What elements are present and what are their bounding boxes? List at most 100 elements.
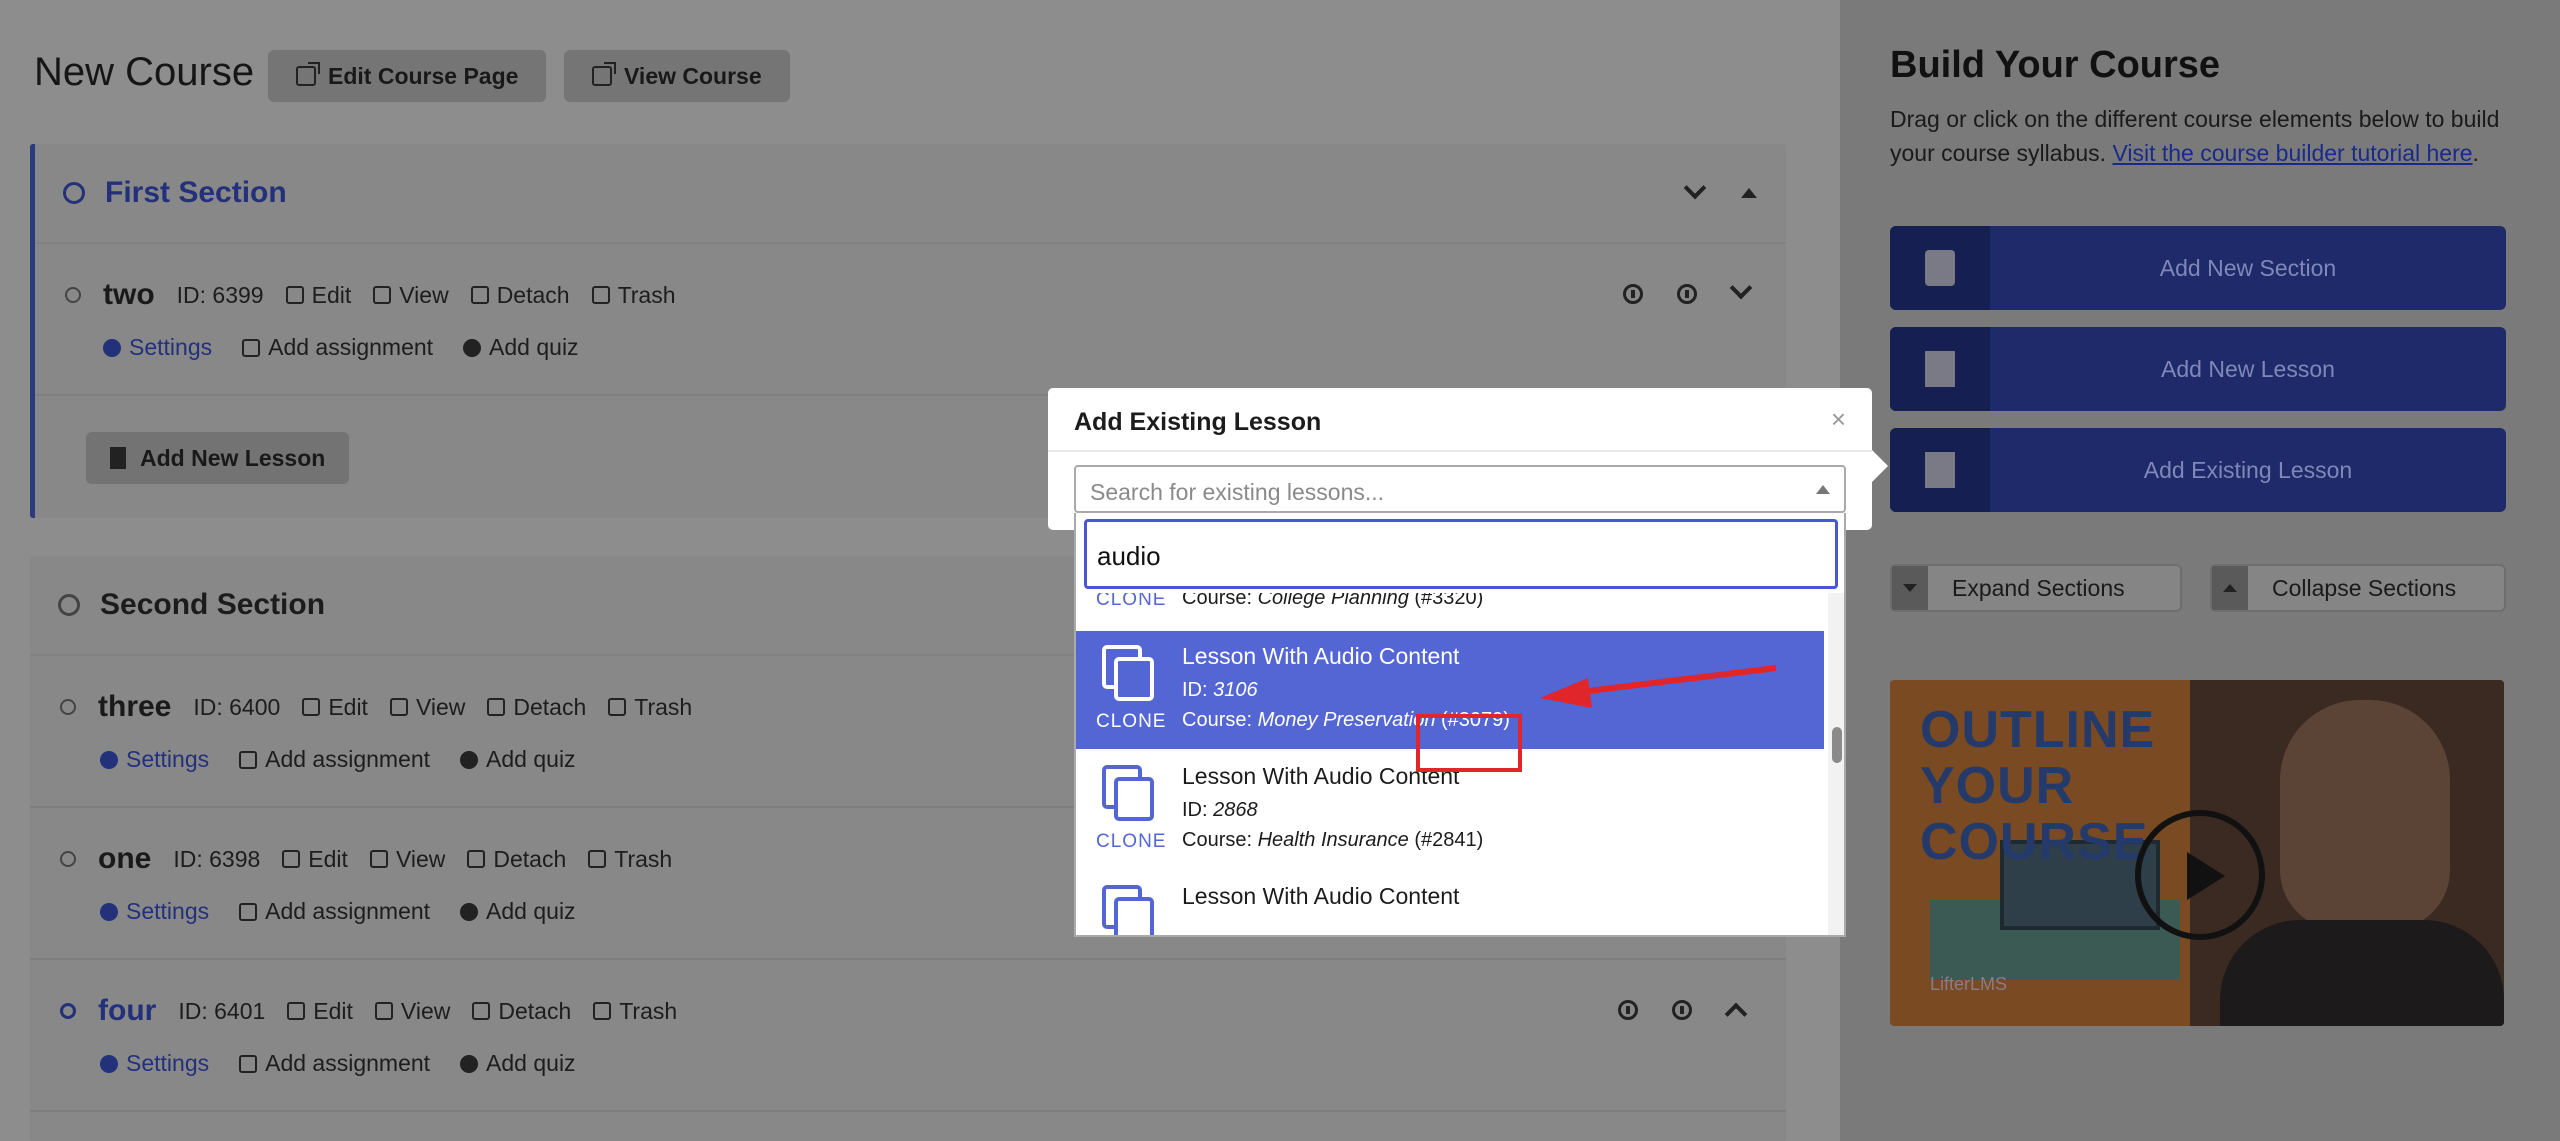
lesson-status-dot (65, 287, 81, 303)
add-quiz-link[interactable]: Add quiz (460, 898, 576, 925)
lesson-row-header: four ID: 6401 Edit View Detach Trash (60, 994, 677, 1028)
lesson-name[interactable]: two (103, 278, 155, 312)
lesson-name[interactable]: three (98, 690, 171, 724)
section-title[interactable]: Second Section (100, 588, 325, 622)
detach-link[interactable]: Detach (487, 694, 586, 721)
brand-logo: LifterLMS (1930, 974, 2008, 994)
lesson-row[interactable]: four ID: 6401 Edit View Detach Trash Set… (30, 962, 1786, 1112)
checkbox-icon (239, 902, 258, 921)
external-link-icon (369, 850, 388, 868)
view-link[interactable]: View (373, 282, 449, 309)
result-title: Lesson With Audio Content (1182, 883, 1460, 909)
search-field[interactable] (1084, 519, 1838, 589)
trash-link[interactable]: Trash (588, 846, 672, 873)
chevron-up-icon[interactable] (1724, 1002, 1748, 1026)
trash-icon (593, 1002, 612, 1020)
builder-title: Build Your Course (1890, 44, 2221, 86)
clone-icon (1102, 645, 1154, 701)
lesson-row-header: two ID: 6399 Edit View Detach Trash (65, 278, 676, 312)
checkbox-icon (239, 1054, 258, 1073)
results-scrollbar[interactable] (1828, 593, 1844, 935)
add-new-lesson-sidebar-button[interactable]: Add New Lesson (1890, 327, 2506, 411)
clone-icon (1102, 885, 1154, 935)
add-assignment-link[interactable]: Add assignment (239, 898, 430, 925)
add-new-lesson-button[interactable]: Add New Lesson (86, 432, 350, 484)
add-assignment-link[interactable]: Add assignment (242, 334, 433, 361)
caret-down-icon (1903, 584, 1917, 592)
add-new-section-button[interactable]: Add New Section (1890, 226, 2506, 310)
caret-up-icon (1816, 485, 1830, 494)
external-edit-icon (296, 62, 320, 86)
add-assignment-link[interactable]: Add assignment (239, 746, 430, 773)
close-icon[interactable]: × (1831, 404, 1846, 435)
search-input[interactable] (1095, 534, 1825, 578)
lesson-name[interactable]: one (98, 842, 151, 876)
lesson-row[interactable]: two ID: 6399 Edit View Detach Trash Sett… (35, 246, 1786, 396)
edit-link[interactable]: Edit (302, 694, 368, 721)
add-quiz-link[interactable]: Add quiz (463, 334, 579, 361)
trash-link[interactable]: Trash (593, 998, 677, 1025)
detach-link[interactable]: Detach (470, 282, 570, 309)
move-up-circle-icon[interactable] (1618, 1000, 1638, 1020)
add-existing-lesson-button[interactable]: Add Existing Lesson (1890, 428, 2506, 512)
file-icon (1925, 351, 1955, 387)
move-down-circle-icon[interactable] (1672, 1000, 1692, 1020)
move-up-circle-icon[interactable] (1623, 284, 1643, 304)
collapse-sections-button[interactable]: Collapse Sections (2210, 564, 2506, 612)
lesson-row-actions: Settings Add assignment Add quiz (100, 898, 576, 925)
puzzle-icon (1925, 250, 1955, 286)
lesson-row-actions: Settings Add assignment Add quiz (103, 334, 579, 361)
view-link[interactable]: View (374, 998, 450, 1025)
external-link-icon (373, 286, 392, 304)
edit-course-page-button[interactable]: Edit Course Page (268, 50, 547, 102)
trash-link[interactable]: Trash (608, 694, 692, 721)
file-icon (110, 447, 126, 469)
tutorial-link[interactable]: Visit the course builder tutorial here (2112, 140, 2472, 166)
checkbox-icon (242, 338, 261, 357)
annotation-highlight-box (1416, 714, 1522, 772)
section-select-radio[interactable] (63, 182, 85, 204)
settings-link[interactable]: Settings (100, 746, 209, 773)
add-quiz-link[interactable]: Add quiz (460, 1050, 576, 1077)
result-item[interactable]: Lesson With Audio Content (1076, 871, 1824, 935)
view-link[interactable]: View (369, 846, 445, 873)
edit-icon (302, 698, 321, 716)
add-assignment-link[interactable]: Add assignment (239, 1050, 430, 1077)
edit-icon (285, 286, 304, 304)
chevron-down-icon[interactable] (1729, 276, 1753, 300)
detach-link[interactable]: Detach (467, 846, 566, 873)
settings-link[interactable]: Settings (100, 1050, 209, 1077)
detach-link[interactable]: Detach (472, 998, 571, 1025)
lesson-status-dot (60, 699, 76, 715)
edit-link[interactable]: Edit (282, 846, 348, 873)
section-header[interactable]: First Section (35, 144, 1786, 244)
move-down-circle-icon[interactable] (1677, 284, 1697, 304)
lesson-name[interactable]: four (98, 994, 156, 1028)
edit-link[interactable]: Edit (287, 998, 353, 1025)
add-quiz-link[interactable]: Add quiz (460, 746, 576, 773)
play-icon[interactable] (2135, 810, 2265, 940)
expand-sections-button[interactable]: Expand Sections (1890, 564, 2182, 612)
settings-link[interactable]: Settings (100, 898, 209, 925)
move-up-icon[interactable] (1741, 188, 1757, 198)
unlink-icon (487, 698, 506, 716)
lesson-id: ID: 6400 (193, 693, 281, 720)
view-course-button[interactable]: View Course (564, 50, 790, 102)
lesson-select[interactable]: Search for existing lessons... (1074, 465, 1846, 513)
lesson-row-actions: Settings Add assignment Add quiz (100, 1050, 576, 1077)
edit-link[interactable]: Edit (285, 282, 351, 309)
lesson-id: ID: 6399 (176, 281, 264, 308)
section-title[interactable]: First Section (105, 176, 287, 210)
edit-icon (282, 850, 301, 868)
edit-icon (287, 1002, 306, 1020)
tutorial-video[interactable]: OUTLINE YOUR COURSE LifterLMS (1890, 680, 2504, 1026)
trash-link[interactable]: Trash (591, 282, 676, 309)
external-link-icon (389, 698, 408, 716)
presenter-image (2280, 700, 2450, 930)
result-item[interactable]: CLONE Course: College Planning (#3320) (1076, 593, 1824, 627)
checkbox-icon (239, 750, 258, 769)
trash-icon (588, 850, 607, 868)
view-link[interactable]: View (389, 694, 465, 721)
section-select-radio[interactable] (58, 594, 80, 616)
settings-link[interactable]: Settings (103, 334, 212, 361)
